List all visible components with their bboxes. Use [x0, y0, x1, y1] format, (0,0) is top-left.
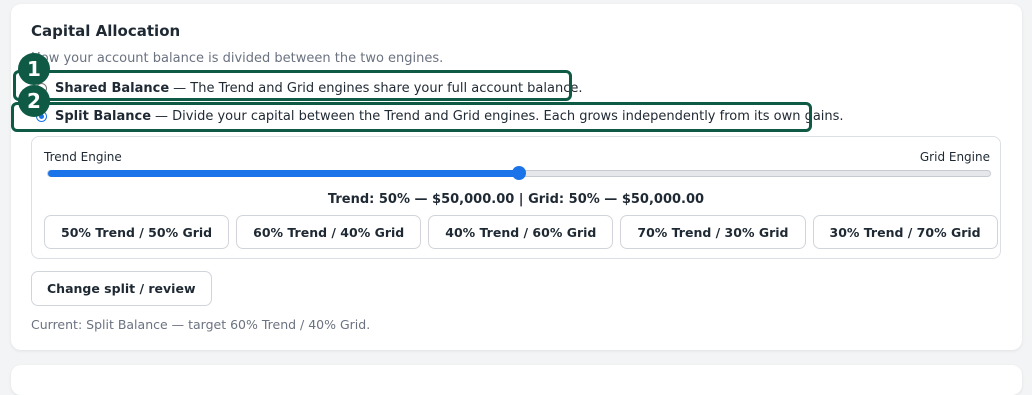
annotation-badge-1: 1 — [18, 53, 50, 85]
preset-50-50-button[interactable]: 50% Trend / 50% Grid — [44, 215, 230, 249]
preset-60-40-button[interactable]: 60% Trend / 40% Grid — [236, 215, 422, 249]
preset-70-30-button[interactable]: 70% Trend / 30% Grid — [620, 215, 806, 249]
annotation-box-1 — [13, 70, 572, 101]
annotation-badge-2: 2 — [18, 85, 50, 117]
preset-buttons: 50% Trend / 50% Grid 60% Trend / 40% Gri… — [44, 215, 998, 249]
next-card — [11, 365, 1022, 395]
trend-engine-label: Trend Engine — [44, 150, 122, 164]
slider-thumb[interactable] — [512, 166, 526, 180]
annotation-box-2 — [11, 102, 812, 132]
section-subtitle: How your account balance is divided betw… — [31, 51, 444, 66]
preset-30-70-button[interactable]: 30% Trend / 70% Grid — [812, 215, 998, 249]
section-title: Capital Allocation — [31, 22, 181, 40]
slider-fill — [48, 170, 519, 177]
allocation-summary: Trend: 50% — $50,000.00 | Grid: 50% — $5… — [327, 192, 705, 207]
change-split-button[interactable]: Change split / review — [31, 271, 212, 306]
allocation-slider[interactable] — [47, 166, 991, 180]
current-status: Current: Split Balance — target 60% Tren… — [31, 317, 371, 332]
grid-engine-label: Grid Engine — [919, 150, 990, 164]
preset-40-60-button[interactable]: 40% Trend / 60% Grid — [428, 215, 614, 249]
